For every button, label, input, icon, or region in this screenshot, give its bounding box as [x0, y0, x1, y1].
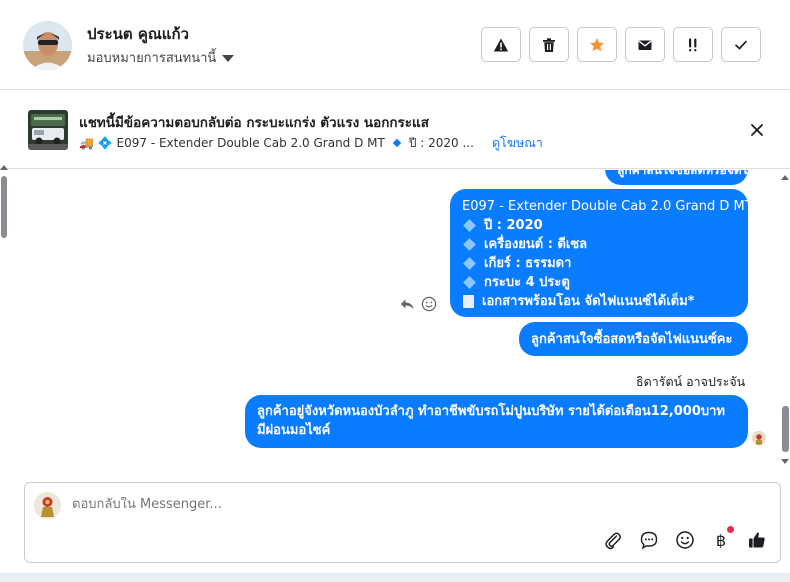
- follow-up-icon: [689, 38, 697, 51]
- message-composer: ฿: [24, 482, 781, 563]
- assign-label: มอบหมายการสนทนานี้: [87, 51, 217, 66]
- message-bubble[interactable]: ลูกค้าสนใจซื้อสดหรือจัดไฟแนนซ์คะ: [519, 322, 748, 356]
- info-line: กระบะ 4 ประตู: [462, 273, 736, 292]
- ad-subtitle: 🚚 💠 E097 - Extender Double Cab 2.0 Grand…: [79, 133, 543, 153]
- page-avatar: [34, 492, 61, 519]
- mark-unread-button[interactable]: [625, 27, 665, 62]
- ad-year: ปี : 2020 ...: [408, 135, 474, 150]
- ad-thumbnail: [28, 110, 68, 150]
- star-button[interactable]: [577, 27, 617, 62]
- composer-tools: ฿: [602, 526, 768, 551]
- chevron-down-icon: [222, 54, 235, 62]
- contact-avatar[interactable]: [23, 21, 72, 70]
- diamond-icon: [463, 238, 476, 251]
- message-bubble[interactable]: ลูกค้าอยู่จังหวัดหนองบัวลำภู ทำอาชีพขับร…: [245, 395, 748, 448]
- emoji-button[interactable]: [674, 529, 696, 551]
- reply-input[interactable]: [72, 497, 552, 512]
- bottom-strip: [0, 573, 790, 582]
- message-thread: ลูกค้าสนใจซื้อสดหรือจัดไฟแนนซ์คะ E097 - …: [0, 170, 790, 468]
- left-scrollbar[interactable]: [0, 165, 8, 468]
- sender-name: ธิดารัตน์ อาจประจัน: [636, 374, 746, 389]
- scroll-down-icon[interactable]: [781, 459, 789, 464]
- scrollbar-thumb[interactable]: [1, 176, 7, 238]
- scroll-up-icon[interactable]: [781, 175, 789, 180]
- notification-dot: [727, 526, 734, 533]
- message-text: ลูกค้าสนใจซื้อสดหรือจัดไฟแนนซ์คะ: [617, 170, 790, 177]
- diamond-icon: [392, 138, 402, 148]
- message-tools: [399, 296, 437, 312]
- chat-scrollbar[interactable]: [780, 170, 790, 468]
- quick-reply-icon: [640, 531, 658, 550]
- check-icon: [735, 40, 747, 49]
- message-text: ลูกค้าอยู่จังหวัดหนองบัวลำภู ทำอาชีพขับร…: [257, 404, 726, 438]
- contact-name: ประนต คูณแก้ว: [87, 25, 189, 43]
- ad-model: 🚚 💠 E097 - Extender Double Cab 2.0 Grand…: [79, 136, 385, 150]
- close-icon[interactable]: [748, 121, 766, 139]
- attach-button[interactable]: [602, 529, 624, 551]
- diamond-icon: [463, 219, 476, 232]
- conversation-header: ประนต คูณแก้ว มอบหมายการสนทนานี้: [0, 0, 790, 90]
- scrollbar-thumb[interactable]: [782, 406, 789, 452]
- like-button[interactable]: [746, 529, 768, 551]
- message-bubble[interactable]: E097 - Extender Double Cab 2.0 Grand D M…: [450, 189, 753, 317]
- diamond-icon: [463, 257, 476, 270]
- document-icon: [463, 295, 474, 308]
- star-icon: [590, 37, 604, 51]
- message-bubble[interactable]: ลูกค้าสนใจซื้อสดหรือจัดไฟแนนซ์คะ: [605, 170, 790, 185]
- done-button[interactable]: [721, 27, 761, 62]
- message-text: ลูกค้าสนใจซื้อสดหรือจัดไฟแนนซ์คะ: [531, 332, 733, 347]
- payment-button[interactable]: ฿: [710, 526, 734, 551]
- ad-context-bar: แชทนี้มีข้อความตอบกลับต่อ กระบะแกร่ง ตัว…: [0, 91, 790, 169]
- follow-up-button[interactable]: [673, 27, 713, 62]
- thumbs-up-icon: [749, 532, 765, 548]
- assign-conversation-dropdown[interactable]: มอบหมายการสนทนานี้: [87, 47, 235, 68]
- emoji-reaction-icon[interactable]: [421, 296, 437, 312]
- trash-icon: [543, 37, 555, 52]
- quick-reply-button[interactable]: [638, 529, 660, 551]
- reply-icon[interactable]: [399, 296, 415, 312]
- emoji-icon: [676, 531, 694, 549]
- view-ad-link[interactable]: ดูโฆษณา: [492, 133, 543, 153]
- delete-button[interactable]: [529, 27, 569, 62]
- header-actions: [481, 27, 761, 62]
- warning-icon: [493, 38, 509, 51]
- diamond-icon: [463, 276, 476, 289]
- info-line: E097 - Extender Double Cab 2.0 Grand D M…: [462, 199, 753, 214]
- report-button[interactable]: [481, 27, 521, 62]
- seen-avatar: [752, 431, 766, 445]
- scroll-up-icon[interactable]: [0, 165, 8, 170]
- envelope-icon: [638, 40, 652, 50]
- baht-icon: ฿: [715, 530, 727, 550]
- info-line: เอกสารพร้อมโอน จัดไฟแนนซ์ได้เต็ม*: [462, 292, 736, 311]
- info-line: เกียร์ : ธรรมดา: [462, 254, 736, 273]
- info-line: ปี : 2020: [462, 216, 736, 235]
- paperclip-icon: [605, 532, 621, 550]
- info-line: เครื่องยนต์ : ดีเซล: [462, 235, 736, 254]
- ad-title: แชทนี้มีข้อความตอบกลับต่อ กระบะแกร่ง ตัว…: [79, 115, 429, 131]
